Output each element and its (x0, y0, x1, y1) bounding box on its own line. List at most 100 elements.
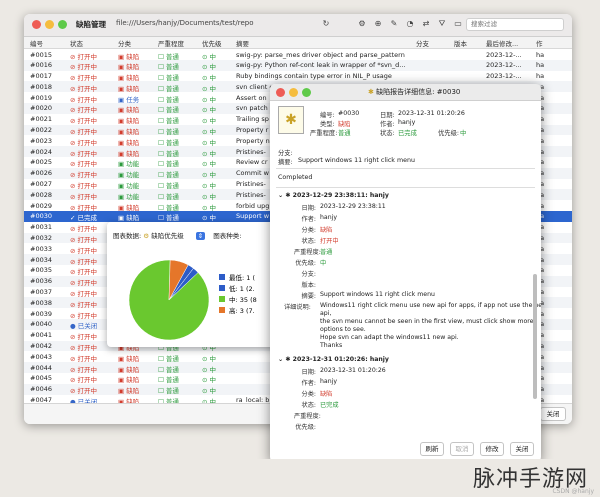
legend-label-1: 低: 1 (2. (229, 284, 255, 293)
history-detail-line: the svn menu cannot be seen in the first… (320, 318, 534, 325)
history-detail-line: options to see. (320, 326, 366, 333)
add-icon[interactable]: ⊕ (372, 18, 384, 30)
filter-icon[interactable]: ⛛ (436, 18, 448, 30)
cancel-button[interactable]: 取消 (450, 442, 474, 456)
legend-swatch-1 (219, 285, 225, 291)
row-summary: Ruby bindings contain type error in NIL_… (236, 72, 392, 81)
id-label: 编号: (320, 112, 335, 119)
col-author[interactable]: 作 (536, 38, 543, 48)
detail-close-dot[interactable] (276, 88, 285, 97)
row-summary: swig-py: parse_mes driver object and par… (236, 50, 405, 59)
history-label: 状态: (301, 402, 316, 409)
pie-chart: 最低: 1 (低: 1 (2. 中: 35 (8 高: 3 (7. (128, 259, 257, 341)
repo-path: file:///Users/hanjy/Documents/test/repo (116, 19, 254, 27)
row-id: #0040 (30, 320, 52, 329)
col-priority[interactable]: 优先级 (202, 38, 222, 48)
watermark-small: CSDN @hanjy (552, 488, 594, 495)
row-id: #0026 (30, 169, 52, 178)
severity-label: 严重程度: (310, 130, 338, 137)
bug-icon: ✱ (368, 88, 374, 96)
row-id: #0025 (30, 158, 52, 167)
history-label: 严重程度: (294, 413, 321, 420)
close-window-dot[interactable] (32, 20, 41, 29)
detail-close-button[interactable]: 关闭 (510, 442, 534, 456)
sidebar-icon[interactable]: ▭ (452, 18, 464, 30)
history-value: 缺陷 (320, 391, 333, 398)
detail-minimize-dot[interactable] (289, 88, 298, 97)
detail-titlebar: ✱ 缺陷报告详细信息: #0030 (270, 84, 541, 101)
row-summary: swig-py: Python ref-cont leak in wrapper… (236, 61, 406, 70)
history-label: 日期: (301, 205, 316, 212)
row-date: 2023-12-... (486, 50, 522, 59)
row-id: #0035 (30, 266, 52, 275)
table-row[interactable]: #0015 ⊘ 打开中 ▣ 缺陷 ☐ 普通 ⊙ 中 swig-py: parse_mes … (24, 49, 572, 61)
history-value: Support windows 11 right click menu (320, 291, 435, 298)
completed-note: Completed (278, 174, 313, 181)
main-titlebar: 缺陷管理 file:///Users/hanjy/Documents/test/… (24, 14, 572, 37)
watermark-band: 脉冲手游网 CSDN @hanjy (0, 459, 600, 497)
row-id: #0045 (30, 374, 52, 383)
history-header[interactable]: ⌄ ✱ 2023-12-31 01:20:26: hanjy (278, 356, 389, 363)
search-input[interactable] (466, 18, 564, 31)
row-id: #0042 (30, 342, 52, 351)
history-detail-line: api, (320, 310, 332, 317)
link-icon[interactable]: ⇄ (420, 18, 432, 30)
col-status[interactable]: 状态 (70, 38, 83, 48)
author-value: hanjy (398, 119, 416, 126)
table-header: 编号 状态 分类 严重程度 优先级 摘要 分支 版本 最后修改... 作 (24, 37, 572, 49)
summary-value: Support windows 11 right click menu (298, 157, 415, 164)
col-summary[interactable]: 摘要 (236, 38, 249, 48)
col-id[interactable]: 编号 (30, 38, 43, 48)
history-label: 分支: (301, 271, 316, 278)
row-id: #0046 (30, 385, 52, 394)
history-value: hanjy (320, 378, 338, 385)
history-label: 状态: (301, 238, 316, 245)
row-id: #0031 (30, 223, 52, 232)
row-id: #0020 (30, 104, 52, 113)
author-label: 作者: (380, 121, 395, 128)
col-branch[interactable]: 分支 (416, 38, 429, 48)
col-severity[interactable]: 严重程度 (158, 38, 184, 48)
main-close-button[interactable]: 关闭 (540, 407, 566, 421)
history-value: 打开中 (320, 238, 339, 245)
col-category[interactable]: 分类 (118, 38, 131, 48)
col-version[interactable]: 版本 (454, 38, 467, 48)
row-id: #0043 (30, 352, 52, 361)
history-label: 分类: (301, 227, 316, 234)
col-date[interactable]: 最后修改... (486, 38, 518, 48)
edit-button[interactable]: 修改 (480, 442, 504, 456)
table-row[interactable]: #0016 ⊘ 打开中 ▣ 缺陷 ☐ 普通 ⊙ 中 swig-py: Python ref… (24, 59, 572, 71)
table-row[interactable]: #0017 ⊘ 打开中 ▣ 缺陷 ☐ 普通 ⊙ 中 Ruby bindings conta… (24, 71, 572, 82)
type-value: 缺陷 (338, 121, 351, 128)
row-id: #0030 (30, 212, 52, 221)
edit-icon[interactable]: ✎ (388, 18, 400, 30)
row-id: #0044 (30, 363, 52, 372)
row-id: #0019 (30, 93, 52, 102)
row-id: #0034 (30, 255, 52, 264)
legend-swatch-3 (219, 307, 225, 313)
refresh-button[interactable]: 刷新 (420, 442, 444, 456)
row-id: #0033 (30, 244, 52, 253)
gear-icon[interactable]: ⚙ (356, 18, 368, 30)
minimize-window-dot[interactable] (45, 20, 54, 29)
history-header[interactable]: ⌄ ✱ 2023-12-29 23:38:11: hanjy (278, 192, 389, 199)
legend-swatch-0 (219, 274, 225, 280)
history-label: 日期: (301, 369, 316, 376)
history-label: 作者: (301, 216, 316, 223)
scrollbar[interactable] (533, 274, 537, 399)
row-id: #0039 (30, 309, 52, 318)
bug-big-icon: ✱ (278, 106, 304, 134)
history-label: 分类: (301, 391, 316, 398)
row-date: 2023-12-... (486, 61, 522, 70)
status-label: 状态: (380, 130, 395, 137)
status-value: 已完成 (398, 130, 417, 137)
summary-label: 摘要: (278, 159, 293, 166)
history-label: 优先级: (295, 260, 316, 267)
detail-zoom-dot[interactable] (302, 88, 311, 97)
row-author: ha (536, 61, 545, 70)
refresh-icon[interactable]: ↻ (320, 18, 332, 30)
history-value: 2023-12-31 01:20:26 (320, 367, 386, 374)
chart-icon[interactable]: ◔ (404, 18, 416, 30)
row-date: 2023-12-... (486, 72, 522, 81)
zoom-window-dot[interactable] (58, 20, 67, 29)
